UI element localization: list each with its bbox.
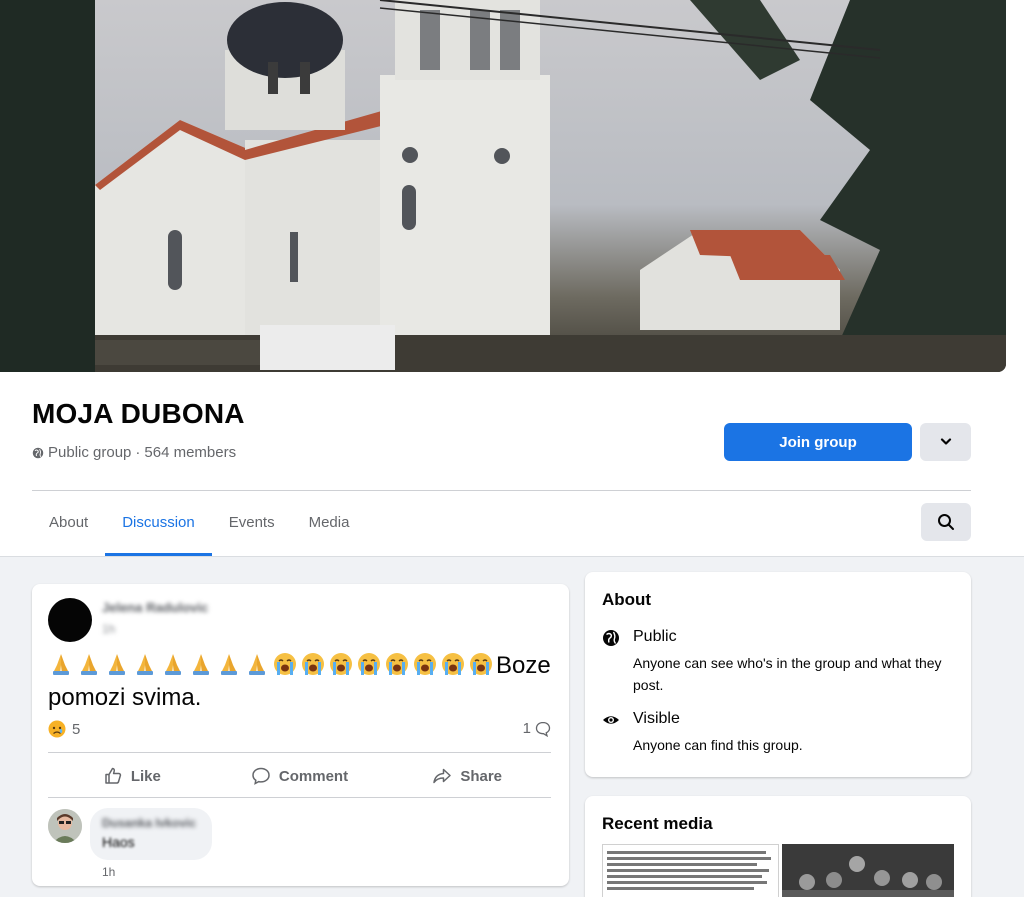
about-visible-label: Visible <box>633 710 680 727</box>
comment-icon <box>252 767 270 785</box>
comment-button[interactable]: Comment <box>216 756 384 796</box>
recent-media-title: Recent media <box>602 814 713 833</box>
search-icon <box>938 514 954 530</box>
commenter-name[interactable]: Dusanka Ivkovic <box>102 816 200 830</box>
chevron-down-icon <box>940 438 951 445</box>
post-author-name[interactable]: Jelena Radulovic <box>102 600 208 615</box>
post-card: Jelena Radulovic 1h Boze pomozi svima. 5… <box>32 584 569 886</box>
loudly-crying-emoji-icon <box>470 653 492 675</box>
member-count[interactable]: 564 members <box>144 444 236 461</box>
loudly-crying-emoji-icon <box>442 653 464 675</box>
tabs-divider <box>0 556 1024 557</box>
loudly-crying-emoji-icon <box>358 653 380 675</box>
tab-discussion[interactable]: Discussion <box>105 498 212 556</box>
folded-hands-emoji-icon <box>109 654 125 675</box>
commenter-avatar[interactable] <box>48 809 82 843</box>
folded-hands-emoji-icon <box>53 654 69 675</box>
post-timestamp[interactable]: 1h <box>102 622 115 636</box>
comment-count-value: 1 <box>522 720 531 737</box>
reaction-summary[interactable]: 5 <box>48 720 80 738</box>
join-group-button[interactable]: Join group <box>724 423 912 461</box>
person-photo-icon <box>48 809 82 843</box>
folded-hands-emoji-icon <box>165 654 181 675</box>
comment-label: Comment <box>278 767 349 785</box>
actions-divider-top <box>48 752 551 753</box>
tab-events[interactable]: Events <box>212 498 292 556</box>
folded-hands-emoji-icon <box>249 654 265 675</box>
group-title[interactable]: MOJA DUBONA <box>32 398 245 430</box>
loudly-crying-emoji-icon <box>330 653 352 675</box>
media-thumbnail-photo[interactable] <box>782 844 954 897</box>
cover-photo[interactable] <box>0 0 1006 372</box>
eye-icon <box>603 716 619 724</box>
about-card: About Public Anyone can see who's in the… <box>585 572 971 777</box>
post-text: Boze pomozi svima. <box>48 650 558 714</box>
privacy-label[interactable]: Public group <box>48 444 131 461</box>
loudly-crying-emoji-icon <box>386 653 408 675</box>
group-photo-icon <box>782 844 954 897</box>
actions-divider-bottom <box>48 797 551 798</box>
post-actions: Like Comment Share <box>48 756 551 796</box>
like-label: Like <box>130 767 161 785</box>
loudly-crying-emoji-icon <box>414 653 436 675</box>
about-public-desc: Anyone can see who's in the group and wh… <box>633 655 942 693</box>
globe-icon <box>603 630 619 646</box>
search-button[interactable] <box>921 503 971 541</box>
loudly-crying-emoji-icon <box>274 653 296 675</box>
meta-separator: · <box>135 444 141 461</box>
group-meta: Public group · 564 members <box>32 444 236 461</box>
comment-bubble-icon <box>535 721 551 737</box>
about-title: About <box>602 590 652 609</box>
about-visible-desc: Anyone can find this group. <box>633 737 803 753</box>
loudly-crying-emoji-icon <box>302 653 324 675</box>
globe-icon <box>32 447 44 458</box>
thumbs-up-icon <box>105 767 121 784</box>
comment-count[interactable]: 1 <box>523 720 551 737</box>
group-tabs: About Discussion Events Media <box>32 498 366 556</box>
folded-hands-emoji-icon <box>193 654 209 675</box>
recent-media-card: Recent media <box>585 796 971 897</box>
header-divider <box>32 490 971 491</box>
like-button[interactable]: Like <box>48 756 216 796</box>
comment-text: Haos <box>102 834 135 850</box>
tab-about[interactable]: About <box>32 498 105 556</box>
comment-timestamp[interactable]: 1h <box>102 865 115 879</box>
tab-media[interactable]: Media <box>292 498 367 556</box>
folded-hands-emoji-icon <box>81 654 97 675</box>
share-label: Share <box>460 767 503 785</box>
folded-hands-emoji-icon <box>137 654 153 675</box>
more-options-button[interactable] <box>920 423 971 461</box>
share-icon <box>433 768 452 784</box>
church-illustration <box>0 0 1006 372</box>
about-public-label: Public <box>633 628 677 645</box>
reaction-count: 5 <box>72 720 81 738</box>
emoji-row <box>48 652 496 679</box>
folded-hands-emoji-icon <box>221 654 237 675</box>
post-author-avatar[interactable] <box>48 598 92 642</box>
share-button[interactable]: Share <box>383 756 551 796</box>
comment-bubble: Dusanka Ivkovic Haos <box>90 808 212 860</box>
sad-face-icon <box>48 720 66 738</box>
media-thumbnail-document[interactable] <box>602 844 779 897</box>
